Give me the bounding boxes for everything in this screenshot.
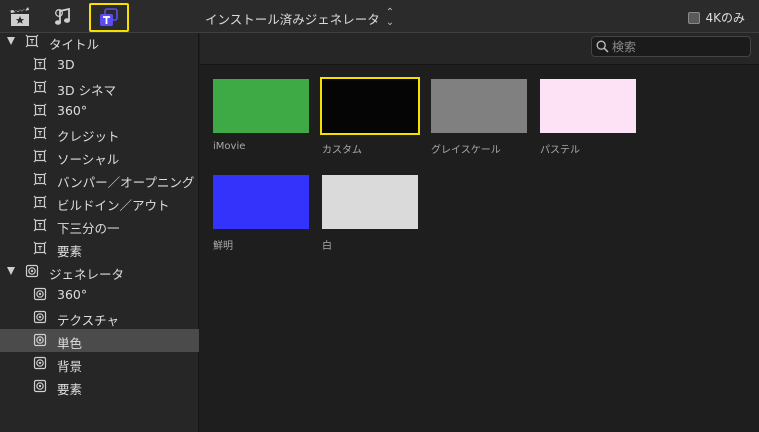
generator-icon xyxy=(25,264,39,278)
sidebar-group-generators[interactable]: ジェネレータ xyxy=(0,260,199,283)
sidebar-item-label: 下三分の一 xyxy=(57,221,120,236)
generator-thumbnail[interactable] xyxy=(213,175,309,229)
sidebar-item-label: 3D xyxy=(57,57,75,72)
sidebar-item[interactable]: 360° xyxy=(0,283,199,306)
sidebar-item[interactable]: 360° xyxy=(0,99,199,122)
generator-tile[interactable]: 白 xyxy=(322,175,418,252)
sidebar-item[interactable]: バンパー／オープニング xyxy=(0,168,199,191)
titles-generators-icon[interactable] xyxy=(89,3,129,32)
generator-icon xyxy=(33,379,47,393)
disclosure-triangle-icon[interactable] xyxy=(7,37,15,45)
search-bar xyxy=(200,33,759,65)
sidebar-group-label: ジェネレータ xyxy=(49,267,125,282)
sidebar: タイトル 3D 3D シネマ 360° クレジットソーシャルバンパー／オープニング ビルド… xyxy=(0,33,199,432)
sidebar-item-label: ビルドイン／アウト xyxy=(57,198,170,213)
generator-tile[interactable]: 鮮明 xyxy=(213,175,309,252)
sidebar-item[interactable]: 要素 xyxy=(0,375,199,398)
titles-icon xyxy=(33,57,47,71)
sidebar-group-titles[interactable]: タイトル xyxy=(0,30,199,53)
titles-icon xyxy=(33,172,47,186)
generator-thumbnail[interactable] xyxy=(213,79,309,133)
titles-icon xyxy=(33,149,47,163)
generator-tile-label: 鮮明 xyxy=(213,241,233,252)
titles-icon xyxy=(33,80,47,94)
generator-thumbnail[interactable] xyxy=(320,77,420,135)
sidebar-item-label: ソーシャル xyxy=(57,152,120,167)
toolbar: インストール済みジェネレータ ⌃ ⌄ 4Kのみ xyxy=(0,0,759,33)
titles-icon xyxy=(33,218,47,232)
updown-chevron-icon: ⌃ ⌄ xyxy=(385,7,395,28)
generator-icon xyxy=(33,287,47,301)
browser-area: iMovie カスタム グレイスケール パステル鮮明 白 xyxy=(200,33,759,432)
sidebar-item[interactable]: ソーシャル xyxy=(0,145,199,168)
sidebar-item-label: テクスチャ xyxy=(57,313,120,328)
library-title: インストール済みジェネレータ xyxy=(205,11,380,27)
sidebar-item-label: 単色 xyxy=(57,336,83,351)
disclosure-triangle-icon[interactable] xyxy=(7,267,15,275)
generator-tile[interactable]: グレイスケール xyxy=(431,79,527,156)
titles-icon xyxy=(25,34,39,48)
search-icon xyxy=(596,40,609,53)
titles-icon xyxy=(33,241,47,255)
sidebar-item-label: 要素 xyxy=(57,382,83,397)
sidebar-item[interactable]: 3D xyxy=(0,53,199,76)
filter-4k[interactable]: 4Kのみ xyxy=(688,9,745,26)
sidebar-item[interactable]: 背景 xyxy=(0,352,199,375)
sidebar-item-label: 背景 xyxy=(57,359,83,374)
sidebar-item[interactable]: クレジット xyxy=(0,122,199,145)
generator-thumbnail[interactable] xyxy=(322,175,418,229)
generator-thumbnail[interactable] xyxy=(540,79,636,133)
sidebar-item-label: クレジット xyxy=(57,129,120,144)
sidebar-group-label: タイトル xyxy=(49,37,100,52)
sidebar-item[interactable]: ビルドイン／アウト xyxy=(0,191,199,214)
filter-4k-label: 4Kのみ xyxy=(705,11,745,25)
sidebar-item[interactable]: 単色 xyxy=(0,329,199,352)
generator-tile-label: カスタム xyxy=(322,145,362,156)
generator-icon xyxy=(33,333,47,347)
sidebar-item-label: 要素 xyxy=(57,244,83,259)
generator-tile[interactable]: iMovie xyxy=(213,79,309,152)
sidebar-item[interactable]: 下三分の一 xyxy=(0,214,199,237)
sidebar-item-label: 360° xyxy=(57,287,88,302)
generator-thumbnail[interactable] xyxy=(431,79,527,133)
generator-tile-label: グレイスケール xyxy=(431,145,501,156)
generator-tile-label: iMovie xyxy=(213,141,246,152)
music-note-icon[interactable] xyxy=(47,4,79,30)
generator-tile[interactable]: カスタム xyxy=(320,77,420,156)
generator-tile-label: パステル xyxy=(540,145,580,156)
titles-icon xyxy=(33,195,47,209)
clapper-star-icon[interactable] xyxy=(4,4,36,30)
filter-4k-checkbox[interactable] xyxy=(688,11,701,24)
sidebar-item[interactable]: 要素 xyxy=(0,237,199,260)
sidebar-item-label: バンパー／オープニング xyxy=(57,175,195,190)
sidebar-item-label: 3D シネマ xyxy=(57,83,117,98)
generator-tile[interactable]: パステル xyxy=(540,79,636,156)
generator-icon xyxy=(33,356,47,370)
search-box[interactable] xyxy=(591,36,751,57)
generator-tile-label: 白 xyxy=(322,241,332,252)
titles-icon xyxy=(33,126,47,140)
generator-icon xyxy=(33,310,47,324)
generator-library-menu[interactable]: インストール済みジェネレータ ⌃ ⌄ xyxy=(205,8,394,28)
sidebar-item[interactable]: テクスチャ xyxy=(0,306,199,329)
sidebar-item[interactable]: 3D シネマ xyxy=(0,76,199,99)
titles-icon xyxy=(33,103,47,117)
search-input[interactable] xyxy=(612,39,742,54)
sidebar-item-label: 360° xyxy=(57,103,88,118)
